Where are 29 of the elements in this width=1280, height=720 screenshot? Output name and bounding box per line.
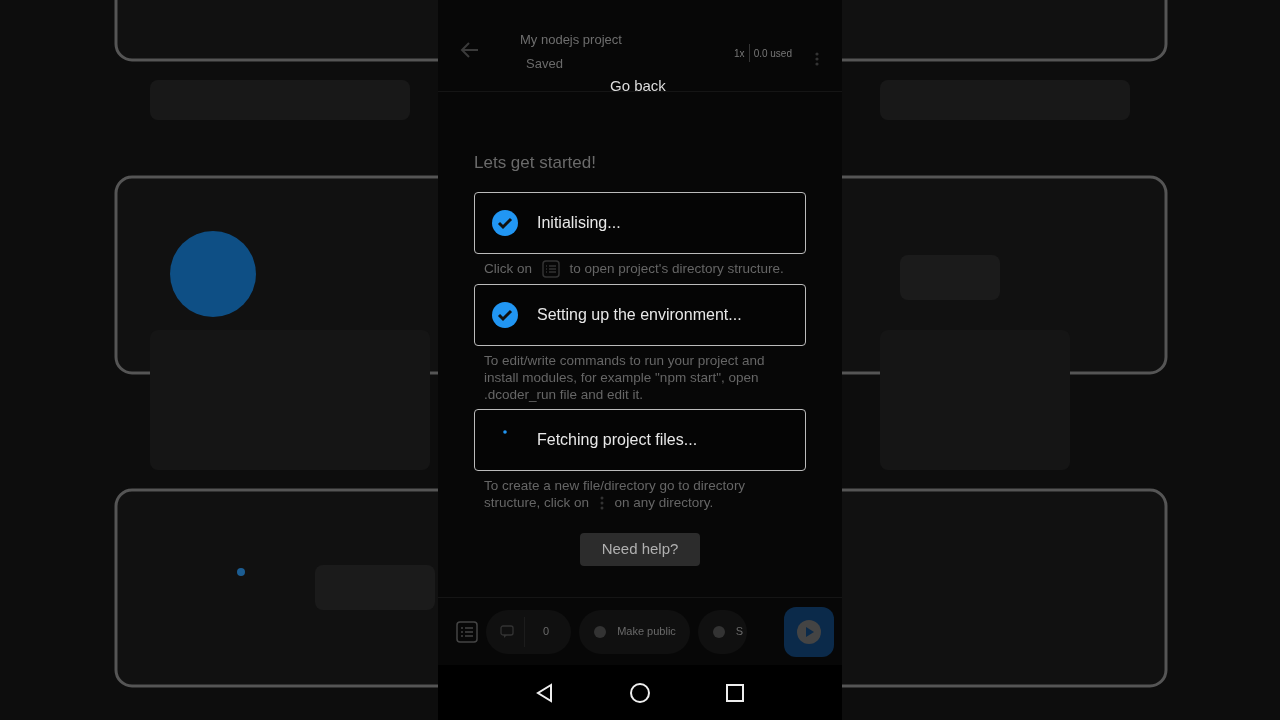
share-label: S: [735, 624, 744, 640]
recents-nav-icon[interactable]: [725, 682, 745, 703]
home-nav-icon[interactable]: [629, 681, 651, 704]
back-nav-icon[interactable]: [535, 682, 555, 703]
step-label: Initialising...: [537, 212, 621, 233]
play-icon: [796, 618, 822, 645]
list-icon: [541, 259, 560, 278]
tooltip-text: Go back: [610, 76, 666, 96]
comments-button[interactable]: 0: [486, 609, 572, 654]
share-button[interactable]: S: [697, 609, 748, 654]
save-status: Saved: [525, 54, 564, 73]
comment-icon: [500, 624, 514, 639]
speed-label: 1x: [734, 46, 745, 61]
project-title: My nodejs project: [520, 31, 623, 49]
make-public-button[interactable]: Make public: [579, 609, 690, 654]
tip-text: To edit/write commands to run your project and install modules, for example "npm start", open .dcoder_run file and edit it.: [483, 351, 766, 403]
comment-count: 0: [542, 624, 551, 640]
more-icon[interactable]: [814, 51, 820, 67]
more-icon: [598, 495, 605, 512]
run-button[interactable]: [784, 606, 834, 657]
make-public-label: Make public: [617, 624, 676, 640]
list-icon[interactable]: [456, 620, 478, 643]
tip-text: Click on to open project's directory structure.: [483, 259, 785, 278]
usage-label: 0.0 used: [753, 46, 792, 61]
help-button[interactable]: Need help?: [579, 533, 701, 566]
step-label: Setting up the environment...: [537, 304, 742, 325]
tip-text: To create a new file/directory go to directory structure, click on on any directory.: [483, 476, 747, 512]
intro-heading: Lets get started!: [474, 152, 597, 174]
step-label: Fetching project files...: [537, 429, 698, 450]
